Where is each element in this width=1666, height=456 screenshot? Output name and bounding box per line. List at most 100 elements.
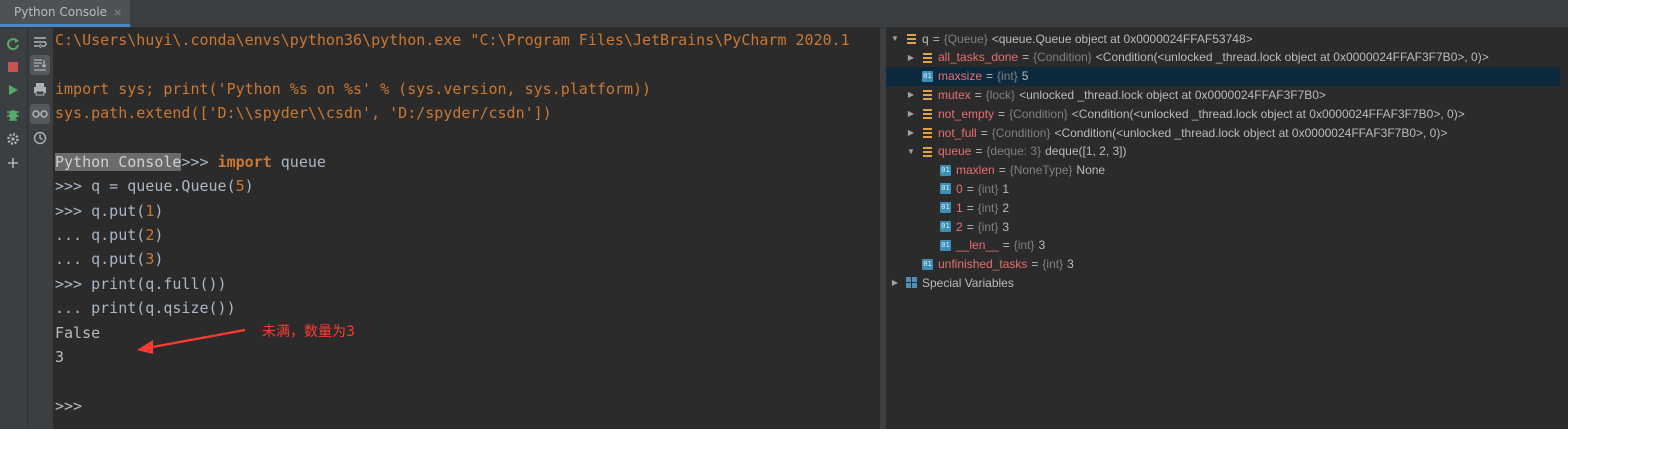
put-2-line: ... q.put(2) bbox=[55, 225, 163, 245]
variable-row-mutex[interactable]: ▶ mutex = {lock} <unlocked _thread.lock obje… bbox=[886, 85, 1568, 104]
collapse-arrow-icon[interactable]: ▼ bbox=[906, 147, 916, 156]
variable-name: maxsize bbox=[938, 69, 983, 84]
debug-icon[interactable] bbox=[3, 104, 23, 124]
equals-sign: = bbox=[998, 163, 1006, 178]
prompt: >>> bbox=[55, 275, 92, 293]
variable-row-all-tasks-done[interactable]: ▶ all_tasks_done = {Condition} <Condition(<u… bbox=[886, 48, 1568, 67]
tab-python-console[interactable]: Python Console × bbox=[0, 0, 131, 27]
variable-type: {Queue} bbox=[943, 31, 988, 46]
object-icon bbox=[922, 108, 933, 120]
console-editor[interactable]: C:\Users\huyi\.conda\envs\python36\pytho… bbox=[53, 28, 880, 429]
print-qsize-line: ... print(q.qsize()) bbox=[55, 298, 236, 318]
variable-name: Special Variables bbox=[922, 275, 1014, 290]
expand-arrow-icon[interactable]: ▶ bbox=[906, 53, 916, 62]
continuation-prompt: ... bbox=[55, 226, 92, 244]
variable-row-maxlen[interactable]: 01 maxlen = {NoneType} None bbox=[886, 161, 1568, 180]
variable-row-special-variables[interactable]: ▶ Special Variables bbox=[886, 273, 1568, 292]
variable-name: queue bbox=[938, 144, 972, 159]
variables-panel[interactable]: ▼ q = {Queue} <queue.Queue object at 0x00000… bbox=[886, 28, 1568, 429]
variable-row-queue[interactable]: ▼ queue = {deque: 3} deque([1, 2, 3]) bbox=[886, 142, 1568, 161]
number-literal: 2 bbox=[145, 226, 155, 244]
variable-value: 3 bbox=[1038, 238, 1046, 253]
collapse-arrow-icon[interactable]: ▼ bbox=[890, 34, 900, 43]
variable-value: <queue.Queue object at 0x0000024FFAF5374… bbox=[991, 31, 1253, 46]
primitive-value-icon: 01 bbox=[940, 183, 951, 195]
variable-value: <unlocked _thread.lock object at 0x00000… bbox=[1019, 87, 1326, 102]
variable-name: q bbox=[922, 31, 929, 46]
expand-arrow-icon[interactable]: ▶ bbox=[906, 109, 916, 118]
run-icon[interactable] bbox=[3, 80, 23, 100]
prompt: >>> bbox=[181, 153, 218, 171]
console-action-toolbar bbox=[0, 28, 28, 429]
scroll-to-end-icon[interactable] bbox=[30, 55, 50, 75]
variable-type: {NoneType} bbox=[1009, 163, 1073, 178]
variable-row-not-empty[interactable]: ▶ not_empty = {Condition} <Condition(<unlock… bbox=[886, 104, 1568, 123]
equals-sign: = bbox=[932, 31, 940, 46]
expand-arrow-icon[interactable]: ▶ bbox=[906, 128, 916, 137]
primitive-value-icon: 01 bbox=[940, 221, 951, 232]
equals-sign: = bbox=[975, 144, 983, 159]
object-icon bbox=[922, 52, 933, 63]
vertical-scrollbar[interactable] bbox=[1560, 28, 1568, 429]
equals-sign: = bbox=[966, 200, 974, 215]
variable-name: not_empty bbox=[938, 106, 995, 121]
code-token: ]) bbox=[533, 104, 552, 122]
variable-row-maxsize[interactable]: 01 maxsize = {int} 5 bbox=[886, 66, 1568, 86]
annotation-text: 未满，数量为3 bbox=[262, 324, 355, 340]
code-token: ) bbox=[154, 250, 164, 268]
variable-value: <Condition(<unlocked _thread.lock object… bbox=[1054, 125, 1448, 140]
print-full-line: >>> print(q.full()) bbox=[55, 274, 227, 294]
variable-row-q[interactable]: ▼ q = {Queue} <queue.Queue object at 0x00000… bbox=[886, 29, 1568, 48]
stop-icon[interactable] bbox=[3, 57, 23, 77]
code-token: print(q.qsize()) bbox=[91, 299, 236, 317]
expand-arrow-icon[interactable]: ▶ bbox=[906, 90, 916, 99]
variable-type: {Condition} bbox=[1033, 50, 1092, 65]
continuation-prompt: ... bbox=[55, 250, 92, 268]
expand-arrow-icon[interactable]: ▶ bbox=[890, 278, 900, 287]
tab-title: Python Console bbox=[14, 5, 108, 19]
variable-value: 3 bbox=[1002, 219, 1010, 234]
variable-name: 1 bbox=[956, 200, 963, 215]
code-token: queue bbox=[271, 153, 326, 171]
import-queue-line: Python Console>>> import queue bbox=[55, 152, 326, 172]
equals-sign: = bbox=[966, 219, 974, 234]
string-literal: 'D:/spyder/csdn' bbox=[389, 104, 534, 122]
variable-name: all_tasks_done bbox=[938, 50, 1019, 65]
add-icon[interactable] bbox=[3, 153, 23, 173]
variable-row-1[interactable]: 01 1 = {int} 2 bbox=[886, 198, 1568, 217]
equals-sign: = bbox=[966, 181, 974, 196]
pycharm-python-console: Python Console × C:\Users\huyi\.conda\en… bbox=[0, 0, 1568, 429]
code-token: sys.path.extend([ bbox=[55, 104, 209, 122]
show-variables-icon[interactable] bbox=[30, 104, 50, 124]
variable-value: 5 bbox=[1021, 69, 1029, 84]
number-literal: 3 bbox=[145, 250, 155, 268]
number-literal: 5 bbox=[235, 177, 245, 195]
equals-sign: = bbox=[998, 106, 1006, 121]
close-icon[interactable]: × bbox=[113, 6, 122, 19]
variable-type: {int} bbox=[977, 219, 999, 234]
history-icon[interactable] bbox=[30, 128, 50, 148]
settings-icon[interactable] bbox=[3, 129, 23, 149]
soft-wrap-icon[interactable] bbox=[30, 32, 50, 52]
variable-row-unfinished-tasks[interactable]: 01 unfinished_tasks = {int} 3 bbox=[886, 255, 1568, 274]
variable-name: maxlen bbox=[956, 163, 995, 178]
keyword-import: import bbox=[217, 153, 272, 171]
variable-row--len-[interactable]: 01 __len__ = {int} 3 bbox=[886, 236, 1568, 255]
path-extend-line: sys.path.extend(['D:\\spyder\\csdn', 'D:… bbox=[55, 103, 552, 123]
rerun-icon[interactable] bbox=[3, 34, 23, 54]
variable-type: {int} bbox=[977, 200, 999, 215]
equals-sign: = bbox=[980, 125, 988, 140]
input-prompt[interactable]: >>> bbox=[55, 396, 82, 416]
equals-sign: = bbox=[1031, 257, 1039, 272]
variable-row-0[interactable]: 01 0 = {int} 1 bbox=[886, 179, 1568, 198]
primitive-value-icon: 01 bbox=[940, 164, 951, 176]
variable-row-2[interactable]: 01 2 = {int} 3 bbox=[886, 217, 1568, 236]
special-variables-icon bbox=[906, 277, 917, 289]
print-icon[interactable] bbox=[30, 79, 50, 99]
variable-row-not-full[interactable]: ▶ not_full = {Condition} <Condition(<unlocke… bbox=[886, 123, 1568, 142]
equals-sign: = bbox=[1002, 238, 1010, 253]
code-token: q = queue.Queue( bbox=[91, 177, 236, 195]
variable-type: {int} bbox=[1042, 257, 1064, 272]
variable-value: 2 bbox=[1002, 200, 1010, 215]
variable-type: {deque: 3} bbox=[986, 144, 1042, 159]
